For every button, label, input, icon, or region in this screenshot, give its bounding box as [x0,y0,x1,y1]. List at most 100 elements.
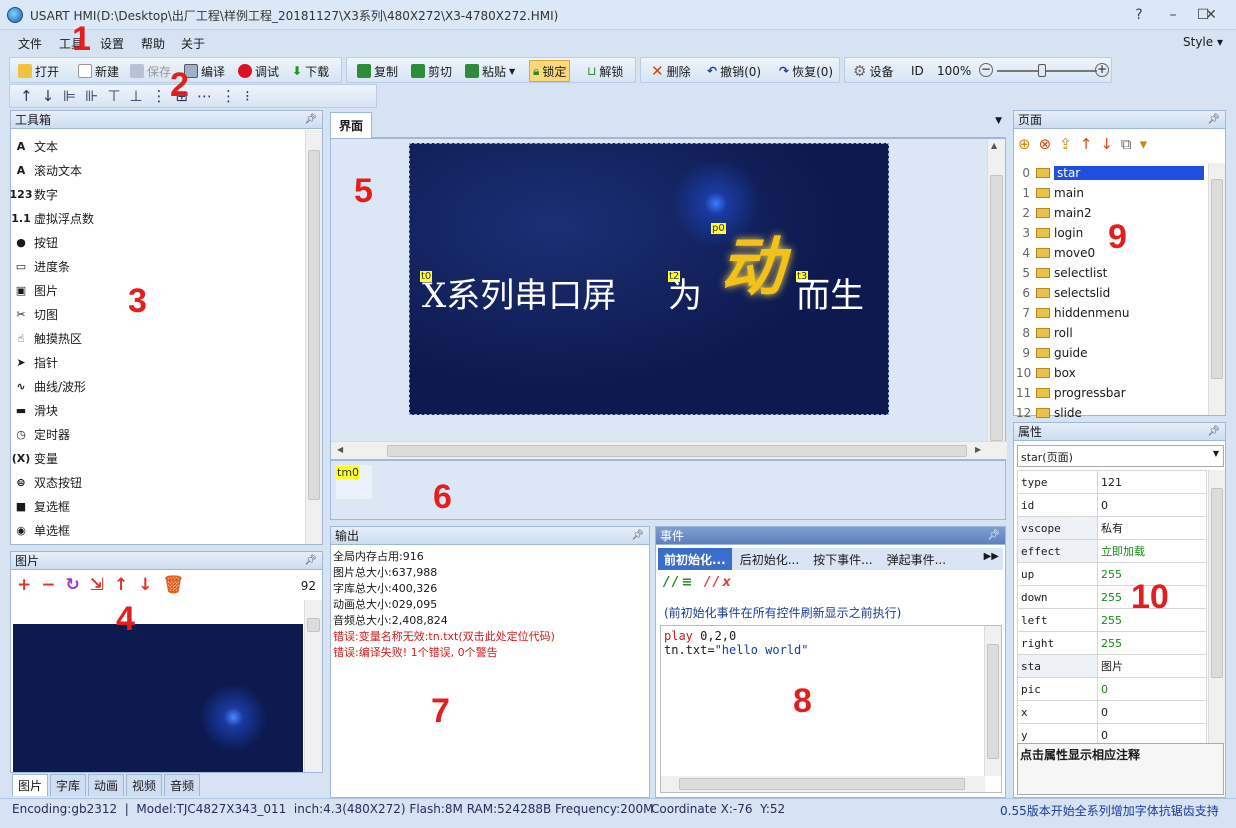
page-item[interactable]: 8 roll [1016,323,1206,343]
style-menu[interactable]: Style ▾ [1183,35,1223,49]
redo-button[interactable]: ↷ 恢复(0) [779,62,833,80]
page-scrollbar[interactable] [1208,163,1225,415]
export-icon[interactable]: ⇲ [90,575,114,595]
toolbox-item[interactable]: ➤ 指针 [11,350,322,374]
output-error-line[interactable]: 错误:变量名称无效:tn.txt(双击此处定位代码) [333,629,647,645]
move-up-icon[interactable]: ↑ [114,575,138,595]
property-row[interactable]: effect 立即加载 [1017,539,1207,563]
zoom-slider-track[interactable] [997,70,1097,72]
property-row[interactable]: right 255 [1017,631,1207,655]
import-page-icon[interactable]: ⇪ [1059,135,1080,153]
align-bottom-icon[interactable]: ⊥ [129,87,151,105]
canvas-vscrollbar[interactable]: ▲ [987,139,1005,441]
scroll-right-icon[interactable]: ▶ [975,445,981,454]
align-icons[interactable]: ↑↓⊫⊪⊤⊥⋮⊞⋯⋮⁝ [20,87,259,105]
chevron-down-icon[interactable]: ▼ [1213,449,1219,458]
tab-pre-init[interactable]: 前初始化... [658,548,732,570]
toolbox-item[interactable]: ▭ 进度条 [11,254,322,278]
tab-interface[interactable]: 界面 [330,112,373,138]
scrollbar-thumb[interactable] [987,644,999,759]
debug-button[interactable]: 调试 [238,62,279,80]
property-value[interactable]: 图片 [1097,654,1207,678]
property-value[interactable]: 0 [1097,677,1207,701]
canvas-hscrollbar[interactable]: ◀ ▶ [331,441,1007,459]
picture-preview[interactable] [13,600,303,772]
scrollbar-thumb[interactable] [307,618,320,632]
properties-scrollbar[interactable] [1208,470,1225,744]
page-item[interactable]: 9 guide [1016,343,1206,363]
code-scrollbar[interactable] [984,626,1001,776]
menu-settings[interactable]: 设置 [100,35,124,52]
property-value[interactable]: 私有 [1097,516,1207,540]
add-icon[interactable]: + [17,575,41,595]
output-error-line[interactable]: 错误:编译失败! 1个错误, 0个警告 [333,645,647,661]
pin-icon[interactable]: 📌︎ [1207,423,1220,441]
scroll-left-icon[interactable]: ◀ [337,445,343,454]
code-editor[interactable]: play 0,2,0 tn.txt="hello world" [660,625,1002,793]
pin-icon[interactable]: 📌︎ [304,552,317,570]
zoom-out-icon[interactable]: − [979,63,993,77]
lock-button[interactable]: 🔒︎ 锁定 [529,60,571,82]
scroll-up-icon[interactable]: ▲ [991,141,997,150]
space-h-icon[interactable]: ⋯ [197,87,221,105]
toolbox-item[interactable]: ◷ 定时器 [11,422,322,446]
open-button[interactable]: 打开 [18,62,59,80]
tab-video[interactable]: 视频 [126,774,163,796]
toolbox-item[interactable]: ✂ 切图 [11,302,322,326]
page-item[interactable]: 12 slide [1016,403,1206,423]
code-hscrollbar[interactable] [661,776,985,792]
save-button[interactable]: 保存 [130,62,171,80]
zoom-slider-thumb[interactable] [1038,64,1046,77]
property-row[interactable]: down 255 [1017,585,1207,609]
compile-button[interactable]: 编译 [184,62,225,80]
chevron-down-icon[interactable]: ▼ [995,116,1002,126]
pin-icon[interactable]: 📌︎ [631,527,644,545]
chevron-down-icon[interactable]: ▼ [509,67,515,76]
toolbox-item[interactable]: (X) 变量 [11,446,322,470]
help-button[interactable]: ? [1124,4,1154,26]
property-row[interactable]: left 255 [1017,608,1207,632]
page-item[interactable]: 6 selectslid [1016,283,1206,303]
timer-tm0[interactable]: tm0 [336,465,372,499]
toolbox-item[interactable]: 123 数字 [10,182,322,206]
unlock-button[interactable]: ⊔ 解锁 [587,62,623,80]
replace-icon[interactable]: ↻ [66,575,90,595]
tabs-more-icon[interactable]: ▶▶ [980,548,1003,570]
add-page-icon[interactable]: ⊕ [1018,135,1039,153]
comment-icon[interactable]: //≡ [664,575,696,590]
property-value[interactable]: 0 [1097,493,1207,517]
property-row[interactable]: x0 [1017,700,1207,724]
page-item[interactable]: 7 hiddenmenu [1016,303,1206,323]
property-row[interactable]: vscope 私有 [1017,516,1207,540]
property-value[interactable]: 255 [1097,631,1207,655]
tab-fonts[interactable]: 字库 [50,774,87,796]
pin-icon[interactable]: 📌︎ [304,111,317,129]
move-down-icon[interactable]: ↓ [42,87,64,105]
scrollbar-thumb[interactable] [308,150,320,500]
align-top-icon[interactable]: ⊤ [107,87,129,105]
close-button[interactable]: ✕ [1196,4,1226,26]
copy-page-icon[interactable]: ⧉ [1121,135,1140,153]
delete-button[interactable]: ✕ 删除 [651,62,691,80]
scrollbar-thumb[interactable] [679,778,965,790]
comment-icons[interactable]: //≡ //x [664,575,735,590]
remove-icon[interactable]: − [41,575,65,595]
property-row[interactable]: type 121 [1017,470,1207,494]
zoom-in-icon[interactable]: + [1095,63,1109,77]
tab-release-event[interactable]: 弹起事件... [881,548,952,570]
pin-icon[interactable]: 📌︎ [987,527,1000,545]
trash-icon[interactable]: 🗑︎ [163,575,195,595]
toolbox-item[interactable]: ∿ 曲线/波形 [11,374,322,398]
toolbox-item[interactable]: A 文本 [11,134,322,158]
page-item[interactable]: 10 box [1016,363,1206,383]
uncomment-icon[interactable]: //x [705,575,735,590]
move-up-icon[interactable]: ↑ [1080,135,1101,153]
menu-file[interactable]: 文件 [18,35,42,52]
property-row[interactable]: pic 0 [1017,677,1207,701]
tab-press-event[interactable]: 按下事件... [807,548,878,570]
paste-button[interactable]: 粘贴 ▼ [465,62,515,80]
toolbox-item[interactable]: A 滚动文本 [11,158,322,182]
menu-help[interactable]: 帮助 [141,35,165,52]
toolbox-item[interactable]: ▣ 图片 [11,278,322,302]
align-right-icon[interactable]: ⊪ [85,87,107,105]
